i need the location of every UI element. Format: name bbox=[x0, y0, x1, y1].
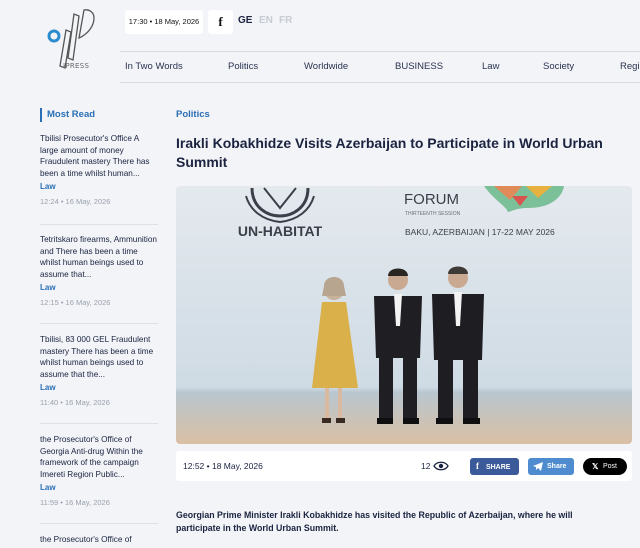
most-read-item[interactable]: the Prosecutor's Office of bbox=[40, 534, 158, 546]
facebook-icon: f bbox=[476, 461, 479, 471]
lang-ge[interactable]: GE bbox=[238, 15, 252, 26]
most-read-item-title[interactable]: Tbilisi, 83 000 GEL Fraudulent mastery T… bbox=[40, 334, 158, 380]
current-datetime: 17:30 • 18 May, 2026 bbox=[125, 10, 203, 34]
nav-item-worldwide[interactable]: Worldwide bbox=[304, 61, 348, 72]
lang-en[interactable]: EN bbox=[259, 15, 273, 26]
x-share-button[interactable]: 𝕏 Post bbox=[583, 458, 627, 475]
facebook-icon[interactable]: f bbox=[208, 10, 233, 34]
nav-divider-bottom bbox=[120, 82, 640, 83]
most-read-item-title[interactable]: the Prosecutor's Office of bbox=[40, 534, 158, 546]
most-read-item-time: 11:59 • 16 May, 2026 bbox=[40, 498, 110, 507]
most-read-item-title[interactable]: Tetritskaro firearms, Ammunition and The… bbox=[40, 234, 158, 280]
eye-icon bbox=[433, 461, 449, 471]
most-read-item-time: 12:15 • 16 May, 2026 bbox=[40, 298, 111, 307]
forum-text: FORUM bbox=[404, 191, 459, 208]
sidebar-divider bbox=[40, 323, 158, 324]
most-read-item-time: 11:40 • 16 May, 2026 bbox=[40, 398, 110, 407]
most-read-item[interactable]: the Prosecutor's Office of Georgia Anti-… bbox=[40, 434, 158, 507]
most-read-item-title[interactable]: Tbilisi Prosecutor's Office A large amou… bbox=[40, 133, 158, 179]
most-read-item-category[interactable]: Law bbox=[40, 483, 158, 492]
most-read-item[interactable]: Tbilisi Prosecutor's Office A large amou… bbox=[40, 133, 158, 206]
nav-item-in-two-words[interactable]: In Two Words bbox=[125, 61, 183, 72]
most-read-item[interactable]: Tbilisi, 83 000 GEL Fraudulent mastery T… bbox=[40, 334, 158, 407]
most-read-item[interactable]: Tetritskaro firearms, Ammunition and The… bbox=[40, 234, 158, 307]
facebook-share-label: SHARE bbox=[485, 464, 511, 471]
article-category[interactable]: Politics bbox=[176, 109, 210, 120]
telegram-icon bbox=[533, 462, 543, 471]
sidebar-divider bbox=[40, 423, 158, 424]
nav-item-business[interactable]: BUSINESS bbox=[395, 61, 443, 72]
nav-item-regions[interactable]: Regi bbox=[620, 61, 640, 72]
most-read-item-title[interactable]: the Prosecutor's Office of Georgia Anti-… bbox=[40, 434, 158, 480]
view-count: 12 bbox=[421, 461, 431, 471]
most-read-heading: Most Read bbox=[40, 108, 95, 122]
un-habitat-text: UN-HABITAT bbox=[238, 223, 323, 239]
logo-text: IPRESS bbox=[63, 62, 90, 70]
telegram-share-label: Share bbox=[547, 463, 567, 470]
nav-item-politics[interactable]: Politics bbox=[228, 61, 258, 72]
location-text: BAKU, AZERBAIJAN | 17-22 MAY 2026 bbox=[405, 227, 555, 237]
article-photo: UN-HABITAT FORUM THIRTEENTH SESSION BAKU… bbox=[176, 186, 632, 444]
most-read-item-category[interactable]: Law bbox=[40, 182, 158, 191]
nav-divider-top bbox=[120, 51, 640, 52]
article-title: Irakli Kobakhidze Visits Azerbaijan to P… bbox=[176, 135, 603, 170]
article-photo-image: UN-HABITAT FORUM THIRTEENTH SESSION BAKU… bbox=[176, 186, 632, 444]
lang-fr[interactable]: FR bbox=[279, 15, 292, 26]
nav-item-law[interactable]: Law bbox=[482, 61, 499, 72]
facebook-share-button[interactable]: f SHARE bbox=[470, 458, 519, 475]
telegram-share-button[interactable]: Share bbox=[528, 458, 574, 475]
x-share-label: Post bbox=[603, 463, 618, 470]
most-read-item-category[interactable]: Law bbox=[40, 283, 158, 292]
most-read-item-category[interactable]: Law bbox=[40, 383, 158, 392]
session-text: THIRTEENTH SESSION bbox=[405, 211, 461, 217]
article-lead: Georgian Prime Minister Irakli Kobakhidz… bbox=[176, 510, 573, 533]
sidebar-divider bbox=[40, 224, 158, 225]
article-meta-bar: 12:52 • 18 May, 2026 12 f SHARE Share 𝕏 … bbox=[176, 451, 632, 481]
article-time: 12:52 • 18 May, 2026 bbox=[183, 461, 263, 471]
most-read-item-time: 12:24 • 16 May, 2026 bbox=[40, 197, 111, 206]
sidebar-divider bbox=[40, 523, 158, 524]
nav-item-society[interactable]: Society bbox=[543, 61, 574, 72]
x-icon: 𝕏 bbox=[592, 462, 599, 471]
